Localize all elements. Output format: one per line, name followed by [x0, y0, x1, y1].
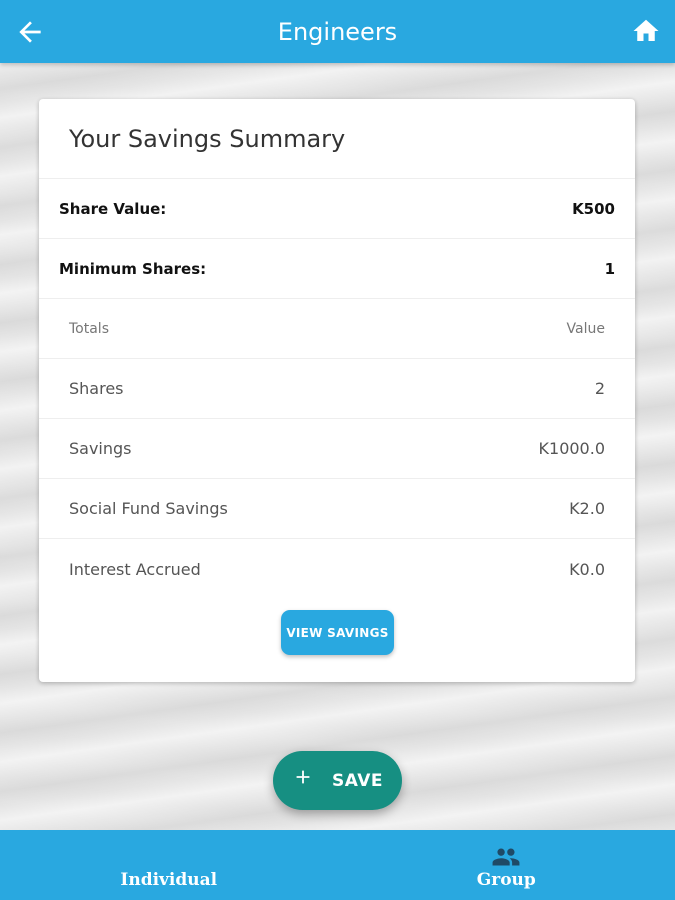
- value-header: Value: [566, 320, 605, 337]
- row-label: Interest Accrued: [69, 559, 201, 579]
- row-label: Shares: [69, 379, 124, 398]
- card-title: Your Savings Summary: [39, 99, 635, 179]
- save-label: SAVE: [331, 770, 384, 791]
- minimum-shares-row: Minimum Shares: 1: [39, 239, 635, 299]
- share-value-row: Share Value: K500: [39, 179, 635, 239]
- table-row: Social Fund Savings K2.0: [39, 479, 635, 539]
- row-value: K0.0: [569, 559, 605, 579]
- savings-summary-card: Your Savings Summary Share Value: K500 M…: [39, 99, 635, 682]
- bottom-nav: Individual Group: [0, 830, 675, 900]
- nav-item-label: Individual: [120, 870, 218, 890]
- minimum-shares-label: Minimum Shares:: [59, 259, 207, 278]
- arrow-left-icon[interactable]: [14, 16, 46, 48]
- table-row: Interest Accrued K0.0: [39, 539, 635, 599]
- table-row: Shares 2: [39, 359, 635, 419]
- table-row: Savings K1000.0: [39, 419, 635, 479]
- row-label: Social Fund Savings: [69, 499, 228, 518]
- share-value-value: K500: [572, 199, 615, 218]
- row-value: 2: [594, 379, 605, 398]
- home-icon[interactable]: [631, 16, 661, 46]
- totals-header: Totals: [69, 320, 109, 337]
- row-label: Savings: [69, 439, 132, 458]
- nav-item-group[interactable]: Group: [338, 830, 675, 900]
- minimum-shares-value: 1: [604, 259, 615, 278]
- nav-item-label: Group: [476, 870, 536, 890]
- page-title: Engineers: [277, 17, 398, 46]
- row-value: K1000.0: [538, 439, 605, 458]
- nav-item-individual[interactable]: Individual: [0, 830, 338, 900]
- save-button[interactable]: SAVE: [273, 751, 402, 810]
- plus-icon: [292, 764, 314, 794]
- row-value: K2.0: [569, 499, 605, 518]
- table-header: Totals Value: [39, 299, 635, 359]
- app-bar: Engineers: [0, 0, 675, 63]
- view-savings-button[interactable]: VIEW SAVINGS: [281, 610, 394, 655]
- share-value-label: Share Value:: [59, 199, 167, 218]
- group-icon: [491, 846, 521, 868]
